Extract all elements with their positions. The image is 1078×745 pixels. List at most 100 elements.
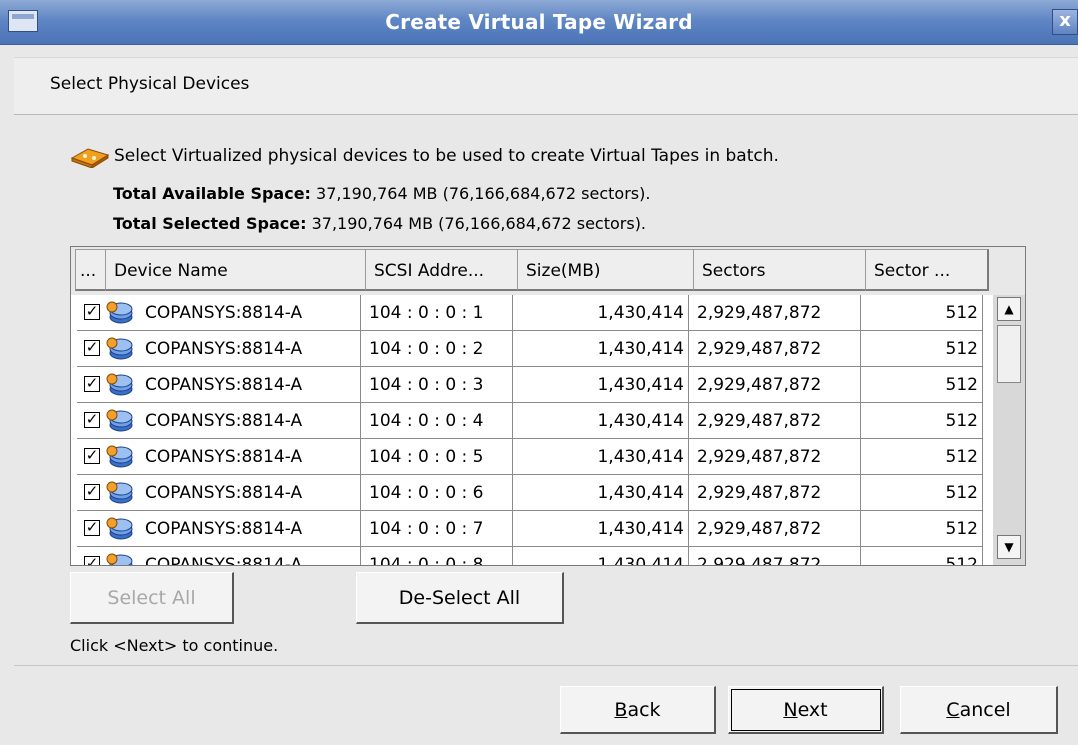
scrollbar-thumb[interactable]: [997, 325, 1021, 383]
sectors-cell[interactable]: 2,929,487,872: [689, 439, 861, 475]
continue-hint: Click <Next> to continue.: [70, 636, 279, 655]
device-cell[interactable]: ✓ COPANSYS:8814-A: [77, 403, 361, 439]
scsi-address-cell[interactable]: 104 : 0 : 0 : 8: [361, 547, 513, 565]
size-cell[interactable]: 1,430,414: [513, 475, 689, 511]
selected-space: Total Selected Space: 37,190,764 MB (76,…: [113, 214, 646, 233]
next-button[interactable]: Next: [728, 686, 884, 734]
device-name: COPANSYS:8814-A: [145, 339, 303, 359]
scsi-address-cell[interactable]: 104 : 0 : 0 : 5: [361, 439, 513, 475]
sector-size-cell[interactable]: 512: [861, 547, 983, 565]
device-cell[interactable]: ✓ COPANSYS:8814-A: [77, 295, 361, 331]
title-bar[interactable]: Create Virtual Tape Wizard x: [0, 0, 1078, 45]
scsi-address-cell[interactable]: 104 : 0 : 0 : 4: [361, 403, 513, 439]
wizard-window: Create Virtual Tape Wizard x Select Phys…: [0, 0, 1078, 745]
cancel-button[interactable]: Cancel: [900, 686, 1058, 734]
table-row[interactable]: ✓ COPANSYS:8814-A 104 : 0 : 0 : 8 1,430,414…: [77, 547, 991, 565]
size-cell[interactable]: 1,430,414: [513, 547, 689, 565]
sector-size-cell[interactable]: 512: [861, 475, 983, 511]
next-mnemonic: N: [783, 699, 798, 721]
device-cell[interactable]: ✓ COPANSYS:8814-A: [77, 511, 361, 547]
sector-size-cell[interactable]: 512: [861, 403, 983, 439]
scroll-up-arrow-icon[interactable]: ▲: [997, 297, 1021, 321]
back-label-rest: ack: [627, 699, 661, 721]
back-button[interactable]: Back: [560, 686, 716, 734]
table-row[interactable]: ✓ COPANSYS:8814-A 104 : 0 : 0 : 4 1,430,414…: [77, 403, 991, 439]
column-header-sectors[interactable]: Sectors: [693, 249, 867, 291]
step-title: Select Physical Devices: [50, 74, 250, 94]
scsi-address-cell[interactable]: 104 : 0 : 0 : 7: [361, 511, 513, 547]
back-mnemonic: B: [614, 699, 628, 721]
device-icon: [106, 409, 133, 432]
device-icon: [106, 445, 133, 468]
column-header-select[interactable]: ...: [75, 249, 107, 291]
table-row[interactable]: ✓ COPANSYS:8814-A 104 : 0 : 0 : 7 1,430,414…: [77, 511, 991, 547]
sector-size-cell[interactable]: 512: [861, 439, 983, 475]
device-name: COPANSYS:8814-A: [145, 303, 303, 323]
available-space-value: 37,190,764 MB (76,166,684,672 sectors).: [316, 184, 651, 203]
device-cell[interactable]: ✓ COPANSYS:8814-A: [77, 331, 361, 367]
sectors-cell[interactable]: 2,929,487,872: [689, 475, 861, 511]
sectors-cell[interactable]: 2,929,487,872: [689, 331, 861, 367]
sectors-cell[interactable]: 2,929,487,872: [689, 547, 861, 565]
row-checkbox[interactable]: ✓: [84, 340, 100, 356]
row-checkbox[interactable]: ✓: [84, 556, 100, 565]
table-row[interactable]: ✓ COPANSYS:8814-A 104 : 0 : 0 : 5 1,430,414…: [77, 439, 991, 475]
wizard-step-header: Select Physical Devices: [14, 57, 1078, 115]
cancel-label-rest: ancel: [959, 699, 1011, 721]
size-cell[interactable]: 1,430,414: [513, 439, 689, 475]
sector-size-cell[interactable]: 512: [861, 367, 983, 403]
device-cell[interactable]: ✓ COPANSYS:8814-A: [77, 547, 361, 565]
table-row[interactable]: ✓ COPANSYS:8814-A 104 : 0 : 0 : 2 1,430,414…: [77, 331, 991, 367]
sectors-cell[interactable]: 2,929,487,872: [689, 511, 861, 547]
select-all-button[interactable]: Select All: [70, 572, 234, 624]
scsi-address-cell[interactable]: 104 : 0 : 0 : 3: [361, 367, 513, 403]
device-icon: [106, 301, 133, 324]
device-cell[interactable]: ✓ COPANSYS:8814-A: [77, 475, 361, 511]
table-row[interactable]: ✓ COPANSYS:8814-A 104 : 0 : 0 : 1 1,430,414…: [77, 295, 991, 331]
sectors-cell[interactable]: 2,929,487,872: [689, 403, 861, 439]
scsi-address-cell[interactable]: 104 : 0 : 0 : 2: [361, 331, 513, 367]
instruction-text: Select Virtualized physical devices to b…: [114, 146, 779, 166]
scsi-address-cell[interactable]: 104 : 0 : 0 : 6: [361, 475, 513, 511]
size-cell[interactable]: 1,430,414: [513, 403, 689, 439]
close-button[interactable]: x: [1052, 9, 1078, 35]
vertical-scrollbar[interactable]: ▲ ▼: [993, 295, 1025, 565]
sector-size-cell[interactable]: 512: [861, 511, 983, 547]
scsi-address-cell[interactable]: 104 : 0 : 0 : 1: [361, 295, 513, 331]
table-header: ... Device Name SCSI Addre... Size(MB) S…: [71, 247, 1025, 295]
column-header-sector-size[interactable]: Sector ...: [865, 249, 989, 291]
deselect-all-button[interactable]: De-Select All: [356, 572, 564, 624]
selected-space-value: 37,190,764 MB (76,166,684,672 sectors).: [311, 214, 647, 233]
table-row[interactable]: ✓ COPANSYS:8814-A 104 : 0 : 0 : 3 1,430,414…: [77, 367, 991, 403]
device-cell[interactable]: ✓ COPANSYS:8814-A: [77, 439, 361, 475]
device-name: COPANSYS:8814-A: [145, 555, 303, 565]
device-icon: [106, 373, 133, 396]
table-row[interactable]: ✓ COPANSYS:8814-A 104 : 0 : 0 : 6 1,430,414…: [77, 475, 991, 511]
column-header-scsi-address[interactable]: SCSI Addre...: [365, 249, 519, 291]
sector-size-cell[interactable]: 512: [861, 331, 983, 367]
sector-size-cell[interactable]: 512: [861, 295, 983, 331]
column-header-size[interactable]: Size(MB): [517, 249, 695, 291]
sectors-cell[interactable]: 2,929,487,872: [689, 367, 861, 403]
size-cell[interactable]: 1,430,414: [513, 331, 689, 367]
selected-space-label: Total Selected Space:: [113, 214, 307, 233]
device-name: COPANSYS:8814-A: [145, 483, 303, 503]
row-checkbox[interactable]: ✓: [84, 376, 100, 392]
row-checkbox[interactable]: ✓: [84, 484, 100, 500]
device-icon: [106, 517, 133, 540]
column-header-device-name[interactable]: Device Name: [105, 249, 367, 291]
scroll-down-arrow-icon[interactable]: ▼: [997, 535, 1021, 559]
device-name: COPANSYS:8814-A: [145, 411, 303, 431]
device-name: COPANSYS:8814-A: [145, 447, 303, 467]
row-checkbox[interactable]: ✓: [84, 412, 100, 428]
size-cell[interactable]: 1,430,414: [513, 511, 689, 547]
next-label-rest: ext: [797, 699, 828, 721]
size-cell[interactable]: 1,430,414: [513, 295, 689, 331]
device-cell[interactable]: ✓ COPANSYS:8814-A: [77, 367, 361, 403]
size-cell[interactable]: 1,430,414: [513, 367, 689, 403]
row-checkbox[interactable]: ✓: [84, 520, 100, 536]
row-checkbox[interactable]: ✓: [84, 304, 100, 320]
row-checkbox[interactable]: ✓: [84, 448, 100, 464]
window-title: Create Virtual Tape Wizard: [385, 10, 693, 34]
sectors-cell[interactable]: 2,929,487,872: [689, 295, 861, 331]
